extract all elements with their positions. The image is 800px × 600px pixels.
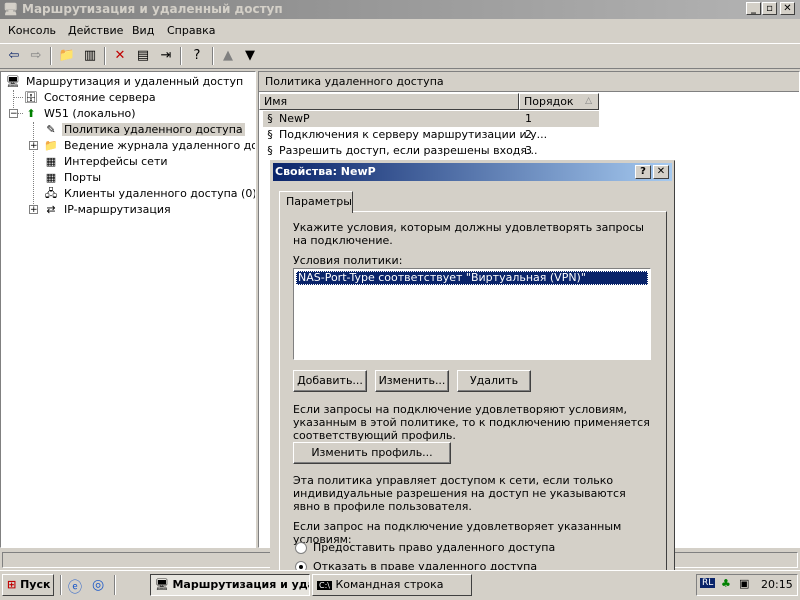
conditions-list[interactable]: NAS-Port-Type соответствует "Виртуальная… [293,268,651,360]
toolbar-separator [212,47,214,65]
details-header: Политика удаленного доступа [259,72,799,92]
table-row[interactable]: § NewP 1 [263,111,599,127]
policy-scroll-icon: § [267,112,273,125]
dialog-close-button[interactable]: ✕ [653,165,669,179]
back-arrow-icon[interactable]: ⇦ [4,47,24,65]
properties-dialog: Свойства: NewP ? ✕ Параметры Укажите усл… [270,160,675,572]
routing-icon: 🖥 [6,75,20,88]
server-icon: ⬆ [26,107,36,120]
policy-icon: ✎ [46,123,56,136]
tree-item-ports[interactable]: ▦ Порты [43,170,103,186]
dialog-title: Свойства: NewP [275,165,376,178]
policy-scroll-icon: § [267,144,273,157]
tree-server-status[interactable]: 🗄 Состояние сервера [23,90,158,106]
close-button[interactable]: ✕ [780,2,795,15]
sort-ascending-icon: △ [585,96,592,106]
language-indicator[interactable]: RL [700,578,716,588]
column-header-name[interactable]: Имя [259,93,519,110]
toolbar-separator [104,47,106,65]
list-item[interactable]: NAS-Port-Type соответствует "Виртуальная… [296,271,648,285]
console-tree: 🖥 Маршрутизация и удаленный доступ 🗄 Состо… [0,71,256,548]
menu-help[interactable]: Справка [167,24,215,37]
tree-collapse-toggle[interactable]: − [9,109,18,119]
maximize-button[interactable]: ▫ [762,2,777,15]
remove-button[interactable]: Удалить [457,370,531,392]
task-routing[interactable]: 🖥 Маршрутизация и уда... [150,574,310,596]
policy-description: Эта политика управляет доступом к сети, … [293,474,626,513]
add-button[interactable]: Добавить... [293,370,367,392]
quick-launch-icon[interactable]: ◎ [92,577,104,593]
toolbar-separator [180,47,182,65]
tree-line [33,122,34,210]
delete-icon[interactable]: ✕ [110,47,130,65]
tree-root[interactable]: 🖥 Маршрутизация и удаленный доступ [5,74,245,90]
start-button[interactable]: ⊞ Пуск [2,574,54,596]
edit-button[interactable]: Изменить... [375,370,449,392]
policy-scroll-icon: § [267,128,273,141]
network-interfaces-icon: ▦ [45,155,57,168]
tab-parameters[interactable]: Параметры [279,191,353,213]
taskbar-separator [114,575,116,595]
help-icon[interactable]: ? [187,47,207,65]
column-header-order[interactable]: Порядок △ [519,93,599,110]
menu-action[interactable]: Действие [68,24,123,37]
tree-item-remote-clients[interactable]: 🖧 Клиенты удаленного доступа (0) [43,186,255,202]
folder-icon: 📁 [44,139,58,152]
window-title: Маршрутизация и удаленный доступ [22,2,283,16]
command-prompt-icon: C:\ [317,581,332,590]
show-tree-icon[interactable]: ▥ [80,47,100,65]
menu-bar: Консоль Действие Вид Справка [0,21,800,41]
menu-view[interactable]: Вид [132,24,154,37]
clock: 20:15 [761,578,793,591]
window-titlebar[interactable]: 🖥 Маршрутизация и удаленный доступ _ ▫ ✕ [0,0,800,19]
table-row[interactable]: § Разрешить доступ, если разрешены входя.… [263,143,599,159]
move-up-icon[interactable]: ▲ [218,47,238,65]
up-folder-icon[interactable]: 📁 [57,47,77,65]
system-tray: RL ♣ ▣ 20:15 [696,574,798,596]
toolbar: ⇦ ⇨ 📁 ▥ ✕ ▤ ⇥ ? ▲ ▼ [0,43,800,69]
windows-logo-icon: ⊞ [7,578,17,591]
app-icon: 🖥 [3,2,19,16]
tree-server[interactable]: ⬆ W51 (локально) [23,106,138,122]
profile-description: Если запросы на подключение удовлетворяю… [293,403,650,442]
table-row[interactable]: § Подключения к серверу маршрутизации и у… [263,127,599,143]
tree-item-remote-access-policy[interactable]: ✎ Политика удаленного доступа [43,122,245,138]
tree-line [13,97,23,98]
routing-icon: 🖥 [155,578,169,591]
internet-explorer-icon[interactable]: ⓔ [68,577,82,597]
vmware-tray-icon[interactable]: ▣ [739,577,749,590]
server-status-icon: 🗄 [24,91,38,104]
grant-access-radio[interactable] [295,542,307,554]
tree-item-network-interfaces[interactable]: ▦ Интерфейсы сети [43,154,170,170]
tree-item-ip-routing[interactable]: ⇄ IP-маршрутизация [43,202,173,218]
dialog-titlebar[interactable]: Свойства: NewP ? ✕ [273,163,672,181]
move-down-icon[interactable]: ▼ [240,47,260,65]
tree-item-remote-access-logging[interactable]: 📁Ведение журнала удаленного доступа [43,138,255,154]
ip-routing-icon: ⇄ [46,203,56,216]
conditions-label: Условия политики: [293,254,403,267]
export-list-icon[interactable]: ⇥ [156,47,176,65]
properties-icon[interactable]: ▤ [133,47,153,65]
minimize-button[interactable]: _ [746,2,761,15]
tree-expand-toggle[interactable]: + [29,205,38,215]
tree-expand-toggle[interactable]: + [29,141,38,151]
toolbar-separator [50,47,52,65]
clients-icon: 🖧 [44,187,58,200]
network-tray-icon[interactable]: ♣ [721,577,731,590]
forward-arrow-icon[interactable]: ⇨ [26,47,46,65]
dialog-help-button[interactable]: ? [635,165,651,179]
grant-access-label[interactable]: Предоставить право удаленного доступа [313,541,653,554]
menu-console[interactable]: Консоль [8,24,56,37]
details-title: Политика удаленного доступа [265,75,444,88]
task-command-prompt[interactable]: C:\ Командная строка [312,574,472,596]
taskbar: ⊞ Пуск ⓔ ◎ 🖥 Маршрутизация и уда... C:\ … [0,570,800,600]
ports-icon: ▦ [45,171,57,184]
intro-text: Укажите условия, которым должны удовлетв… [293,221,644,247]
taskbar-separator [60,575,62,595]
edit-profile-button[interactable]: Изменить профиль... [293,442,451,464]
